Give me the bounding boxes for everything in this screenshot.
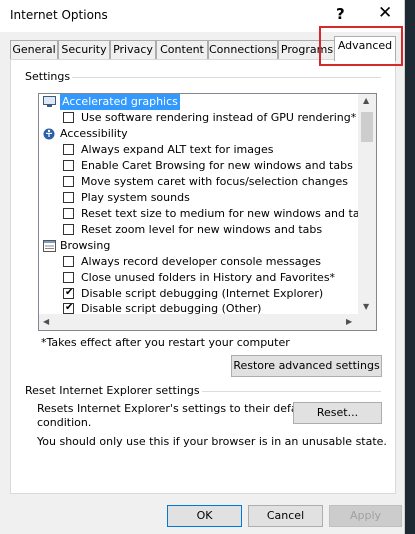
checkbox[interactable] bbox=[63, 208, 74, 219]
setting-label: Enable Caret Browsing for new windows an… bbox=[81, 159, 353, 172]
vertical-scrollbar[interactable]: ▲ ▼ bbox=[358, 94, 376, 314]
checkbox[interactable] bbox=[63, 144, 74, 155]
reset-description-line1: Resets Internet Explorer's settings to t… bbox=[37, 402, 312, 415]
checkbox[interactable] bbox=[63, 112, 74, 123]
horizontal-scrollbar[interactable]: ◀ ▶ bbox=[39, 314, 376, 330]
reset-group-label: Reset Internet Explorer settings bbox=[23, 384, 202, 397]
category-label: Accelerated graphics bbox=[60, 94, 180, 110]
setting-label: Close unused folders in History and Favo… bbox=[81, 271, 336, 284]
help-icon[interactable]: ? bbox=[336, 5, 345, 23]
accessibility-icon bbox=[43, 128, 55, 140]
checkbox[interactable] bbox=[63, 256, 74, 267]
category-label: Browsing bbox=[60, 239, 111, 252]
check-icon: ✔ bbox=[65, 287, 74, 298]
reset-button[interactable]: Reset... bbox=[293, 402, 382, 424]
scroll-up-icon[interactable]: ▲ bbox=[363, 96, 369, 105]
internet-options-dialog: Internet Options ? ✕ General Security Pr… bbox=[0, 0, 405, 534]
checkbox[interactable] bbox=[63, 160, 74, 171]
vertical-scroll-thumb[interactable] bbox=[361, 112, 373, 142]
checkbox-checked[interactable]: ✔ bbox=[63, 287, 74, 299]
close-icon[interactable]: ✕ bbox=[378, 3, 392, 23]
category-label: Accessibility bbox=[60, 127, 128, 140]
restart-note: *Takes effect after you restart your com… bbox=[41, 336, 290, 349]
tab-privacy[interactable]: Privacy bbox=[110, 40, 156, 60]
reset-description-line2: condition. bbox=[37, 416, 92, 429]
setting-label: Reset text size to medium for new window… bbox=[81, 207, 373, 220]
checkbox-checked[interactable]: ✔ bbox=[63, 302, 74, 314]
window-title: Internet Options bbox=[10, 8, 108, 22]
apply-button[interactable]: Apply bbox=[329, 505, 402, 527]
checkbox[interactable] bbox=[63, 192, 74, 203]
checkbox[interactable] bbox=[63, 176, 74, 187]
tab-content[interactable]: Content bbox=[156, 40, 208, 60]
setting-label: Use software rendering instead of GPU re… bbox=[81, 111, 357, 124]
tab-general[interactable]: General bbox=[10, 40, 58, 60]
setting-label: Move system caret with focus/selection c… bbox=[81, 175, 348, 188]
scroll-left-icon[interactable]: ◀ bbox=[43, 317, 49, 326]
setting-label: Disable script debugging (Internet Explo… bbox=[81, 287, 324, 300]
monitor-icon bbox=[43, 96, 56, 107]
scroll-down-icon[interactable]: ▼ bbox=[363, 302, 369, 311]
advanced-panel: Settings Accelerated graphics Use softwa… bbox=[10, 59, 396, 494]
cancel-button[interactable]: Cancel bbox=[248, 505, 323, 527]
tab-security[interactable]: Security bbox=[58, 40, 110, 60]
scroll-right-icon[interactable]: ▶ bbox=[346, 317, 352, 326]
tab-connections[interactable]: Connections bbox=[208, 40, 278, 60]
background-window-strip bbox=[405, 0, 415, 534]
ok-button[interactable]: OK bbox=[167, 505, 242, 527]
setting-label: Reset zoom level for new windows and tab… bbox=[81, 223, 323, 236]
setting-label: Always record developer console messages bbox=[81, 255, 321, 268]
reset-warning: You should only use this if your browser… bbox=[37, 435, 387, 448]
settings-group-label: Settings bbox=[23, 70, 73, 83]
highlight-box bbox=[319, 26, 403, 66]
restore-advanced-settings-button[interactable]: Restore advanced settings bbox=[231, 355, 382, 377]
scrollbar-corner bbox=[358, 314, 376, 330]
checkbox[interactable] bbox=[63, 224, 74, 235]
settings-tree[interactable]: Accelerated graphics Use software render… bbox=[38, 93, 377, 331]
browsing-icon bbox=[43, 240, 56, 252]
checkbox[interactable] bbox=[63, 272, 74, 283]
setting-label: Always expand ALT text for images bbox=[81, 143, 274, 156]
setting-label: Play system sounds bbox=[81, 191, 190, 204]
settings-group-line bbox=[25, 77, 381, 78]
